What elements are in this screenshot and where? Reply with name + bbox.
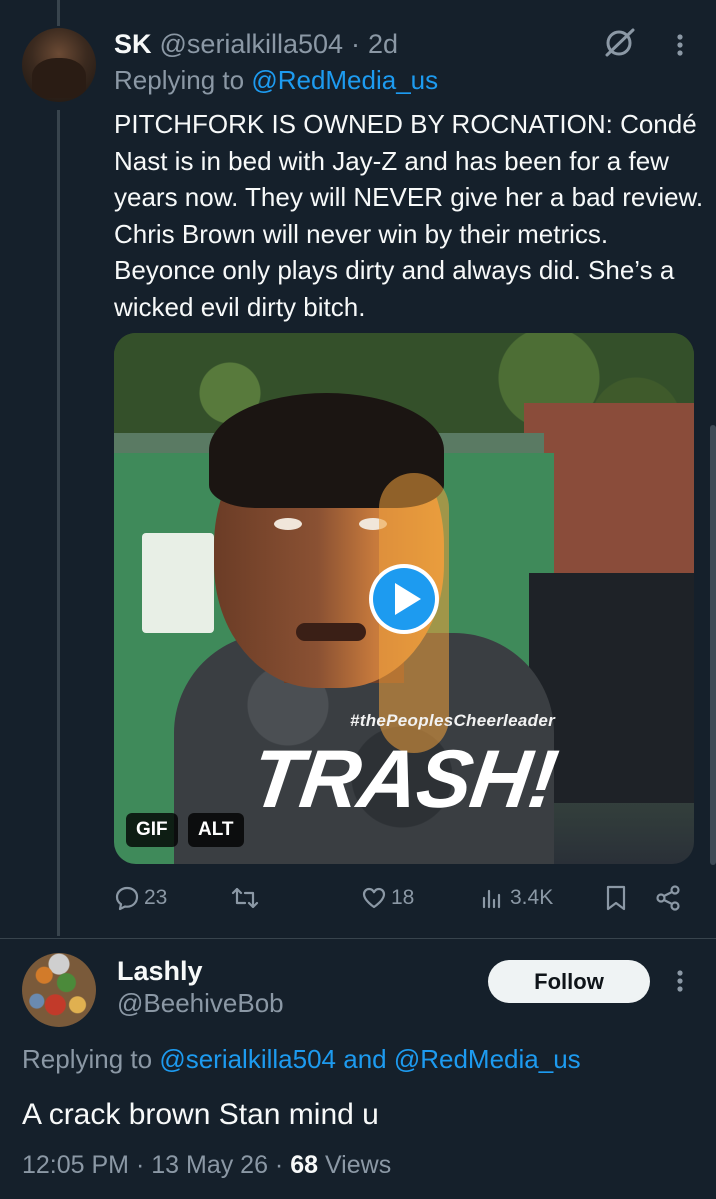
thread-line (57, 110, 60, 936)
post-time[interactable]: 12:05 PM (22, 1151, 129, 1179)
tweet-header: SK @serialkilla504 · 2d (114, 28, 398, 60)
follow-button[interactable]: Follow (488, 960, 650, 1003)
timestamp[interactable]: 2d (368, 28, 398, 60)
views-count: 3.4K (510, 886, 554, 909)
reply-count: 23 (144, 886, 168, 909)
thread-line-top (57, 0, 60, 26)
tweet-actions: 23 18 3.4K (114, 880, 690, 916)
user-handle[interactable]: @BeehiveBob (117, 987, 284, 1019)
separator-dot: · (267, 1151, 291, 1179)
display-name[interactable]: SK (114, 28, 152, 60)
mention-link[interactable]: @RedMedia_us (394, 1044, 581, 1074)
views-label: Views (318, 1151, 392, 1179)
like-count: 18 (391, 886, 415, 909)
repost-button[interactable] (230, 880, 264, 916)
person-eye (274, 518, 302, 530)
replying-to-label: Replying to (22, 1044, 160, 1074)
mention-conjunction: and (336, 1044, 394, 1074)
share-button[interactable] (654, 880, 682, 916)
tweet-meta: 12:05 PM · 13 May 26 · 68 Views (22, 1149, 391, 1181)
views-count: 68 (290, 1151, 319, 1179)
avatar-figure (32, 58, 86, 98)
tweet-text: A crack brown Stan mind u (22, 1098, 379, 1131)
mention-link[interactable]: @RedMedia_us (251, 65, 438, 95)
tweet-text: PITCHFORK IS OWNED BY ROCNATION: Condé N… (114, 109, 704, 322)
grok-icon[interactable] (602, 26, 636, 60)
separator-dot: · (351, 29, 361, 59)
mention-link[interactable]: @serialkilla504 (159, 1044, 336, 1074)
gif-hashtag: #thePeoplesCheerleader (350, 711, 556, 730)
reply-icon (115, 886, 139, 911)
heart-icon (362, 887, 386, 909)
repost-icon (231, 887, 259, 909)
gif-media[interactable]: #thePeoplesCheerleader TRASH! GIF ALT (114, 333, 694, 864)
bookmark-button[interactable] (604, 880, 628, 916)
dumpster-label (142, 533, 214, 633)
more-dots-icon[interactable] (668, 966, 692, 996)
avatar[interactable] (22, 953, 96, 1027)
bookmark-icon (606, 885, 626, 911)
gif-badge: GIF (126, 813, 178, 847)
play-button[interactable] (369, 564, 439, 634)
views-button[interactable]: 3.4K (480, 880, 553, 916)
avatar[interactable] (22, 28, 96, 102)
divider (0, 938, 716, 939)
views-icon (482, 889, 501, 909)
separator-dot: · (129, 1151, 152, 1179)
gif-caption: TRASH! (245, 734, 563, 825)
like-button[interactable]: 18 (361, 880, 414, 916)
user-handle[interactable]: @serialkilla504 (160, 28, 344, 60)
post-date[interactable]: 13 May 26 (151, 1151, 268, 1179)
share-icon (656, 885, 680, 911)
replying-to: Replying to @RedMedia_us (114, 64, 438, 96)
more-dots-icon[interactable] (668, 30, 692, 60)
replying-to-label: Replying to (114, 65, 252, 95)
display-name[interactable]: Lashly (117, 955, 203, 987)
alt-badge[interactable]: ALT (188, 813, 244, 847)
play-icon (395, 583, 421, 615)
person-mouth (296, 623, 366, 641)
replying-to: Replying to @serialkilla504 and @RedMedi… (22, 1043, 581, 1075)
scrollbar[interactable] (710, 425, 716, 865)
reply-button[interactable]: 23 (114, 880, 167, 916)
